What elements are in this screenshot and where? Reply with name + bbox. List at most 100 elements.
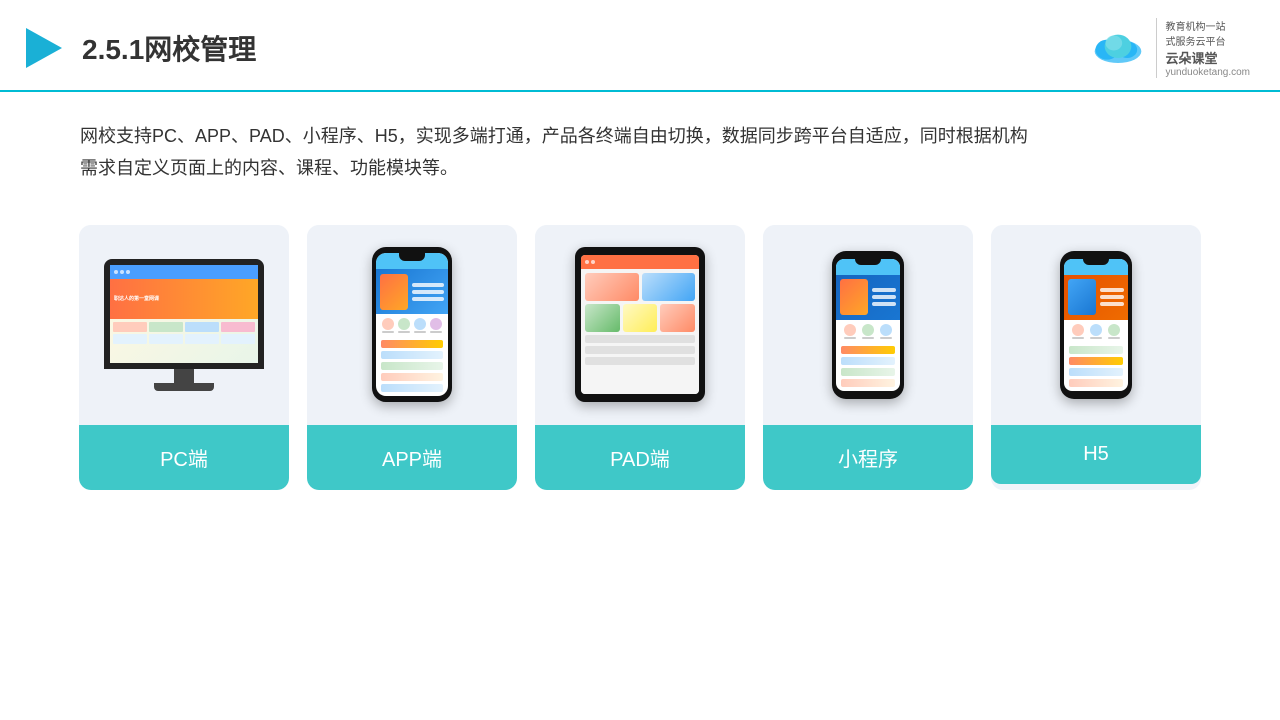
h5-icon-circle-3 (1108, 324, 1120, 336)
content-row-5 (381, 384, 443, 392)
card-label-miniapp: 小程序 (763, 425, 973, 490)
icon-line-4 (430, 331, 442, 333)
icon-item-1 (382, 318, 394, 333)
h5-content-4 (1069, 379, 1123, 387)
banner-line1 (412, 283, 444, 287)
mini-content-2 (841, 357, 895, 365)
mini-banner-line1 (872, 288, 896, 292)
dot3 (126, 270, 130, 274)
phone-mockup-app (372, 247, 452, 402)
card-pc: 职达人的第一堂网课 (79, 225, 289, 490)
screen-grid (110, 319, 258, 347)
tablet-list-1 (585, 335, 695, 343)
tablet-card-4 (623, 304, 658, 332)
phone-banner-img (380, 274, 408, 310)
tablet-card-2 (642, 273, 696, 301)
h5-icons-row (1064, 320, 1128, 343)
screen-banner: 职达人的第一堂网课 (110, 279, 258, 319)
tablet-outer (575, 247, 705, 402)
icon-line-2 (398, 331, 410, 333)
dot2 (120, 270, 124, 274)
logo-url: yunduoketang.com (1165, 67, 1250, 78)
play-icon (20, 24, 68, 72)
mini-icon-line-2 (862, 337, 874, 339)
tablet-row-2 (585, 304, 695, 332)
tablet-dot2 (591, 260, 595, 264)
phone-mockup-mini (832, 251, 904, 399)
tablet-card-3 (585, 304, 620, 332)
grid-item-1 (113, 322, 147, 332)
tablet-top-bar (581, 255, 699, 269)
monitor-neck (174, 369, 194, 383)
icon-item-4 (430, 318, 442, 333)
content-row-1 (381, 340, 443, 348)
icon-line-1 (382, 331, 394, 333)
h5-icon-1 (1072, 324, 1084, 339)
h5-content-2 (1069, 357, 1123, 365)
grid-item-3 (185, 322, 219, 332)
phone-mockup-h5 (1060, 251, 1132, 399)
mini-icon-line-3 (880, 337, 892, 339)
card-image-pc: 职达人的第一堂网课 (79, 225, 289, 425)
mini-phone-screen (836, 259, 900, 391)
tablet-content (581, 269, 699, 394)
h5-icon-circle-1 (1072, 324, 1084, 336)
h5-icon-line-1 (1072, 337, 1084, 339)
screen-top-bar (110, 265, 258, 279)
card-image-pad (535, 225, 745, 425)
grid-item-6 (149, 334, 183, 344)
mini-icon-line-1 (844, 337, 856, 339)
h5-banner-line2 (1100, 295, 1124, 299)
mini-banner-line2 (872, 295, 896, 299)
mini-content-1 (841, 346, 895, 354)
h5-icon-line-3 (1108, 337, 1120, 339)
banner-line3 (412, 297, 444, 301)
phone-notch-h5 (1083, 257, 1109, 265)
tablet-card-1 (585, 273, 639, 301)
phone-banner-text (412, 283, 444, 301)
mini-icons-row (836, 320, 900, 343)
tablet-card-5 (660, 304, 695, 332)
h5-content-3 (1069, 368, 1123, 376)
description-text2: 需求自定义页面上的内容、课程、功能模块等。 (80, 152, 1200, 184)
header: 2.5.1网校管理 教育机构一站 式服务云平台 云朵课堂 yunduoketan… (0, 0, 1280, 92)
banner-line2 (412, 290, 444, 294)
content-row-4 (381, 373, 443, 381)
mini-content-rows (836, 343, 900, 390)
mini-icon-3 (880, 324, 892, 339)
phone-banner-app (376, 269, 448, 314)
mini-banner (836, 275, 900, 320)
tablet-mockup (575, 247, 705, 402)
grid-item-5 (113, 334, 147, 344)
h5-content-1 (1069, 346, 1123, 354)
banner-text: 职达人的第一堂网课 (114, 295, 159, 302)
h5-banner (1064, 275, 1128, 320)
card-image-miniapp (763, 225, 973, 425)
grid-item-4 (221, 322, 255, 332)
h5-banner-text (1100, 288, 1124, 306)
header-left: 2.5.1网校管理 (20, 24, 256, 72)
card-pad: PAD端 (535, 225, 745, 490)
icon-line-3 (414, 331, 426, 333)
phone-outer-app (372, 247, 452, 402)
mini-banner-line3 (872, 302, 896, 306)
h5-icon-3 (1108, 324, 1120, 339)
mini-icon-1 (844, 324, 856, 339)
mini-icon-circle-2 (862, 324, 874, 336)
tablet-list-2 (585, 346, 695, 354)
grid-item-7 (185, 334, 219, 344)
grid-item-2 (149, 322, 183, 332)
grid-item-8 (221, 334, 255, 344)
monitor-base (154, 383, 214, 391)
icon-circle-3 (414, 318, 426, 330)
mini-icon-circle-1 (844, 324, 856, 336)
mini-banner-text (872, 288, 896, 306)
h5-banner-img (1068, 279, 1096, 315)
h5-icon-2 (1090, 324, 1102, 339)
description: 网校支持PC、APP、PAD、小程序、H5，实现多端打通，产品各终端自由切换，数… (0, 92, 1280, 195)
content-row-2 (381, 351, 443, 359)
content-row-3 (381, 362, 443, 370)
phone-notch-mini (855, 257, 881, 265)
tablet-row-1 (585, 273, 695, 301)
icon-circle-2 (398, 318, 410, 330)
